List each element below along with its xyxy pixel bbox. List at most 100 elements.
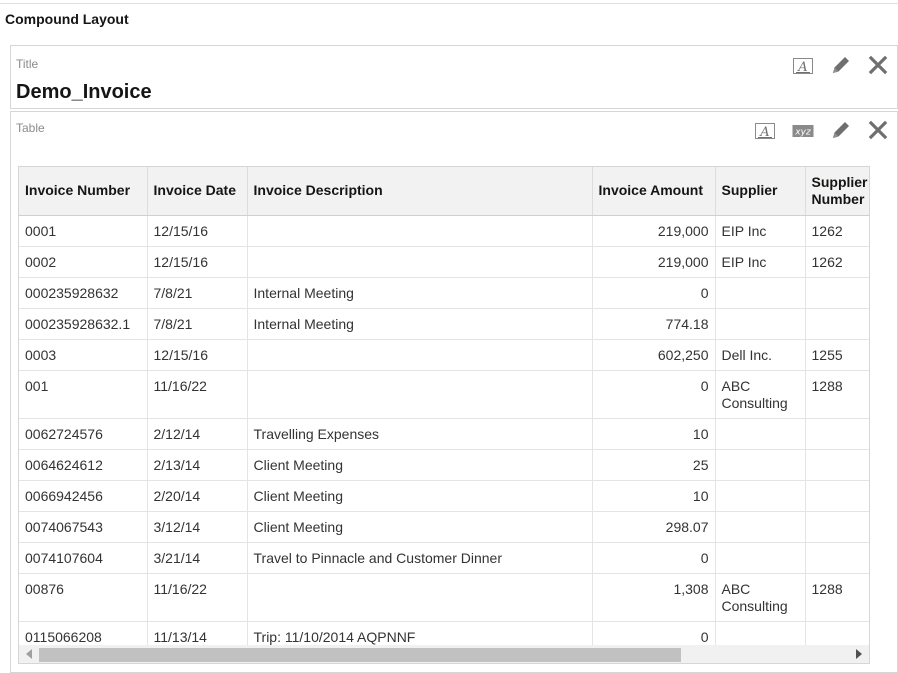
title-view: Title Demo_Invoice A bbox=[10, 45, 898, 109]
edit-pencil-icon[interactable] bbox=[829, 118, 853, 142]
table-header-row: Invoice Number Invoice Date Invoice Desc… bbox=[19, 167, 869, 216]
cell-invoice-description: Internal Meeting bbox=[247, 277, 593, 309]
horizontal-scrollbar[interactable] bbox=[19, 645, 869, 663]
cell-invoice-number: 0064624612 bbox=[19, 449, 148, 481]
format-text-icon[interactable]: A bbox=[753, 119, 777, 143]
cell-supplier: EIP Inc bbox=[715, 215, 806, 247]
cell-invoice-amount: 25 bbox=[592, 449, 716, 481]
invoice-heading: Demo_Invoice bbox=[16, 81, 152, 103]
cell-invoice-amount: 0 bbox=[592, 542, 716, 574]
cell-supplier bbox=[715, 308, 806, 340]
cell-invoice-number: 00876 bbox=[19, 573, 148, 622]
cell-supplier-number bbox=[805, 418, 869, 450]
cell-invoice-description bbox=[247, 573, 593, 622]
table-row: 0003 12/15/16 602,250 Dell Inc. 1255 bbox=[19, 339, 869, 371]
cell-invoice-description bbox=[247, 246, 593, 278]
table-view-label: Table bbox=[16, 121, 45, 135]
cell-invoice-date: 2/20/14 bbox=[147, 480, 248, 512]
cell-invoice-description: Travelling Expenses bbox=[247, 418, 593, 450]
cell-invoice-amount: 10 bbox=[592, 418, 716, 450]
table-row: 0074067543 3/12/14 Client Meeting 298.07 bbox=[19, 511, 869, 543]
cell-invoice-description: Internal Meeting bbox=[247, 308, 593, 340]
cell-invoice-amount: 219,000 bbox=[592, 246, 716, 278]
cell-invoice-description bbox=[247, 215, 593, 247]
cell-supplier bbox=[715, 277, 806, 309]
table-row: 0001 12/15/16 219,000 EIP Inc 1262 bbox=[19, 215, 869, 247]
scroll-right-arrow-icon[interactable] bbox=[856, 649, 862, 659]
cell-supplier-number bbox=[805, 449, 869, 481]
title-view-label: Title bbox=[16, 57, 39, 71]
table-row: 0064624612 2/13/14 Client Meeting 25 bbox=[19, 449, 869, 481]
close-icon[interactable] bbox=[866, 53, 890, 77]
cell-invoice-description bbox=[247, 339, 593, 371]
table-row: 0066942456 2/20/14 Client Meeting 10 bbox=[19, 480, 869, 512]
cell-invoice-description: Travel to Pinnacle and Customer Dinner bbox=[247, 542, 593, 574]
cell-invoice-date: 11/16/22 bbox=[147, 573, 248, 622]
cell-invoice-amount: 1,308 bbox=[592, 573, 716, 622]
column-header-supplier-number[interactable]: Supplier Number bbox=[805, 167, 869, 216]
xyz-icon-text: xyz bbox=[794, 128, 811, 138]
cell-supplier bbox=[715, 418, 806, 450]
cell-invoice-date: 12/15/16 bbox=[147, 215, 248, 247]
cell-invoice-amount: 219,000 bbox=[592, 215, 716, 247]
table-row: 0074107604 3/21/14 Travel to Pinnacle an… bbox=[19, 542, 869, 574]
cell-invoice-number: 0074067543 bbox=[19, 511, 148, 543]
table-row: 0062724576 2/12/14 Travelling Expenses 1… bbox=[19, 418, 869, 450]
cell-invoice-date: 3/12/14 bbox=[147, 511, 248, 543]
cell-supplier: Dell Inc. bbox=[715, 339, 806, 371]
cell-supplier-number: 1262 bbox=[805, 215, 869, 247]
cell-supplier-number: 1288 bbox=[805, 573, 869, 622]
format-text-icon[interactable]: A bbox=[791, 54, 815, 78]
cell-invoice-number: 000235928632 bbox=[19, 277, 148, 309]
cell-supplier bbox=[715, 449, 806, 481]
cell-invoice-amount: 10 bbox=[592, 480, 716, 512]
column-header-invoice-number[interactable]: Invoice Number bbox=[19, 167, 148, 216]
cell-supplier bbox=[715, 542, 806, 574]
table-row: 00876 11/16/22 1,308 ABC Consulting 1288 bbox=[19, 573, 869, 622]
cell-supplier bbox=[715, 511, 806, 543]
cell-supplier-number bbox=[805, 480, 869, 512]
cell-invoice-amount: 602,250 bbox=[592, 339, 716, 371]
cell-invoice-number: 0066942456 bbox=[19, 480, 148, 512]
cell-supplier-number: 1288 bbox=[805, 370, 869, 419]
edit-pencil-icon[interactable] bbox=[829, 53, 853, 77]
xyz-icon[interactable]: xyz bbox=[791, 121, 815, 141]
column-header-invoice-date[interactable]: Invoice Date bbox=[147, 167, 248, 216]
cell-supplier-number: 1255 bbox=[805, 339, 869, 371]
cell-invoice-amount: 298.07 bbox=[592, 511, 716, 543]
cell-invoice-number: 0062724576 bbox=[19, 418, 148, 450]
cell-invoice-description: Client Meeting bbox=[247, 511, 593, 543]
scroll-left-arrow-icon[interactable] bbox=[26, 649, 32, 659]
cell-supplier-number: 1262 bbox=[805, 246, 869, 278]
cell-supplier-number bbox=[805, 308, 869, 340]
invoice-table-frame: Invoice Number Invoice Date Invoice Desc… bbox=[18, 166, 870, 664]
cell-invoice-date: 12/15/16 bbox=[147, 246, 248, 278]
compound-layout-title: Compound Layout bbox=[5, 11, 129, 27]
cell-invoice-number: 001 bbox=[19, 370, 148, 419]
cell-invoice-number: 0003 bbox=[19, 339, 148, 371]
cell-invoice-date: 7/8/21 bbox=[147, 308, 248, 340]
cell-invoice-number: 0001 bbox=[19, 215, 148, 247]
column-header-invoice-description[interactable]: Invoice Description bbox=[247, 167, 593, 216]
cell-invoice-date: 7/8/21 bbox=[147, 277, 248, 309]
cell-supplier: EIP Inc bbox=[715, 246, 806, 278]
horizontal-scroll-thumb[interactable] bbox=[39, 648, 681, 662]
cell-invoice-date: 2/13/14 bbox=[147, 449, 248, 481]
column-header-invoice-amount[interactable]: Invoice Amount bbox=[592, 167, 716, 216]
cell-supplier bbox=[715, 480, 806, 512]
table-row: 000235928632 7/8/21 Internal Meeting 0 bbox=[19, 277, 869, 309]
cell-invoice-date: 12/15/16 bbox=[147, 339, 248, 371]
cell-supplier: ABC Consulting bbox=[715, 573, 806, 622]
cell-invoice-number: 000235928632.1 bbox=[19, 308, 148, 340]
cell-supplier: ABC Consulting bbox=[715, 370, 806, 419]
table-row: 0002 12/15/16 219,000 EIP Inc 1262 bbox=[19, 246, 869, 278]
cell-invoice-date: 2/12/14 bbox=[147, 418, 248, 450]
column-header-supplier[interactable]: Supplier bbox=[715, 167, 806, 216]
cell-invoice-date: 3/21/14 bbox=[147, 542, 248, 574]
cell-invoice-description: Client Meeting bbox=[247, 480, 593, 512]
invoice-table: Invoice Number Invoice Date Invoice Desc… bbox=[19, 167, 869, 653]
top-divider bbox=[0, 3, 898, 4]
cell-invoice-description: Client Meeting bbox=[247, 449, 593, 481]
cell-supplier-number bbox=[805, 542, 869, 574]
close-icon[interactable] bbox=[866, 118, 890, 142]
